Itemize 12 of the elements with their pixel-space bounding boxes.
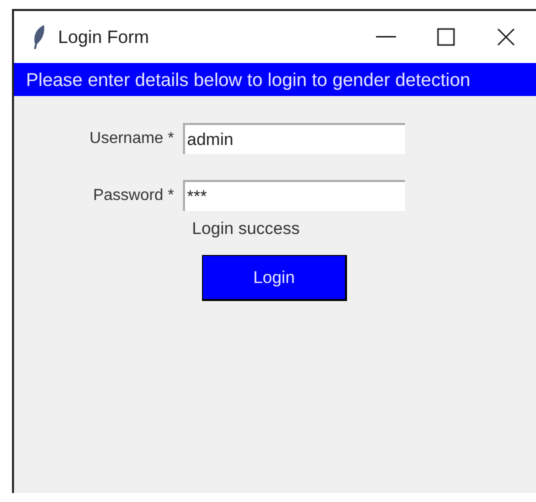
login-button[interactable]: Login: [202, 255, 347, 301]
status-message: Login success: [192, 219, 301, 239]
maximize-icon[interactable]: [437, 28, 455, 46]
feather-icon: [32, 24, 46, 50]
instruction-banner: Please enter details below to login to gender detection: [14, 63, 536, 96]
input-field[interactable]: ***: [183, 180, 405, 211]
window-title: Login Form: [58, 26, 150, 48]
minimize-icon[interactable]: [376, 36, 396, 38]
close-icon[interactable]: [497, 28, 515, 46]
field-label: Username *: [88, 130, 174, 148]
input-field[interactable]: admin: [183, 123, 405, 154]
field-label: Password *: [92, 186, 174, 204]
